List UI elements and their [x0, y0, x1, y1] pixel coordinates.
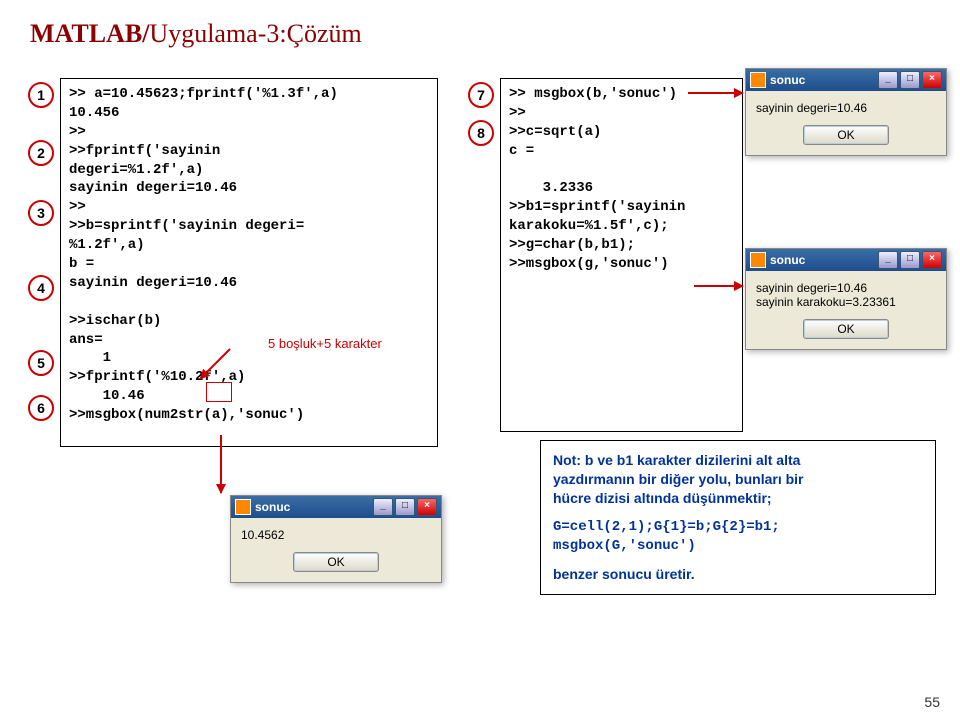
annotation-label: 5 boşluk+5 karakter [268, 336, 382, 351]
code-block-left: >> a=10.45623;fprintf('%1.3f',a) 10.456 … [60, 78, 438, 447]
ok-button[interactable]: OK [803, 125, 889, 145]
step-1-bullet: 1 [28, 82, 54, 108]
dialog-3-text-1: sayinin degeri=10.46 [756, 281, 936, 295]
matlab-icon [235, 499, 251, 515]
title-rest: Uygulama-3:Çözüm [149, 19, 361, 48]
maximize-button[interactable]: □ [900, 251, 920, 269]
note-code-1: G=cell(2,1);G{1}=b;G{2}=b1; [553, 518, 923, 537]
step-8-bullet: 8 [468, 120, 494, 146]
maximize-button[interactable]: □ [395, 498, 415, 516]
close-button[interactable]: × [417, 498, 437, 516]
matlab-icon [750, 252, 766, 268]
maximize-button[interactable]: □ [900, 71, 920, 89]
dialog-1-text: 10.4562 [241, 528, 431, 542]
dialog-2-text: sayinin degeri=10.46 [756, 101, 936, 115]
dialog-3-title: sonuc [770, 253, 805, 267]
dialog-2-titlebar: sonuc _ □ × [746, 69, 946, 91]
msgbox-dialog-3: sonuc _ □ × sayinin degeri=10.46 sayinin… [745, 248, 947, 350]
step-7-bullet: 7 [468, 82, 494, 108]
step-5-bullet: 5 [28, 350, 54, 376]
ok-button[interactable]: OK [803, 319, 889, 339]
dialog-3-titlebar: sonuc _ □ × [746, 249, 946, 271]
ok-button[interactable]: OK [293, 552, 379, 572]
code-block-right: >> msgbox(b,'sonuc') >> >>c=sqrt(a) c = … [500, 78, 743, 432]
title-bold: MATLAB/ [30, 19, 149, 48]
page-number: 55 [924, 694, 940, 710]
dialog-2-button-row: OK [746, 121, 946, 155]
dialog-3-text-2: sayinin karakoku=3.23361 [756, 295, 936, 309]
page-title: MATLAB/Uygulama-3:Çözüm [30, 18, 362, 49]
matlab-icon [750, 72, 766, 88]
step-2-bullet: 2 [28, 140, 54, 166]
note-line-3: hücre dizisi altında düşünmektir; [553, 489, 923, 508]
dialog-1-titlebar: sonuc _ □ × [231, 496, 441, 518]
dialog-3-button-row: OK [746, 315, 946, 349]
minimize-button[interactable]: _ [878, 71, 898, 89]
dialog-1-button-row: OK [231, 548, 441, 582]
step-4-bullet: 4 [28, 275, 54, 301]
note-box: Not: b ve b1 karakter dizilerini alt alt… [540, 440, 936, 595]
dialog-2-title: sonuc [770, 73, 805, 87]
note-line-6: benzer sonucu üretir. [553, 565, 923, 584]
arrow-to-dialog-2 [688, 92, 743, 94]
close-button[interactable]: × [922, 71, 942, 89]
msgbox-dialog-1: sonuc _ □ × 10.4562 OK [230, 495, 442, 583]
step-6-bullet: 6 [28, 395, 54, 421]
dialog-3-body: sayinin degeri=10.46 sayinin karakoku=3.… [746, 271, 946, 315]
minimize-button[interactable]: _ [878, 251, 898, 269]
close-button[interactable]: × [922, 251, 942, 269]
minimize-button[interactable]: _ [373, 498, 393, 516]
dialog-1-title: sonuc [255, 500, 290, 514]
dialog-1-body: 10.4562 [231, 518, 441, 548]
arrow-to-dialog-1 [220, 435, 222, 493]
note-line-1: Not: b ve b1 karakter dizilerini alt alt… [553, 451, 923, 470]
dialog-2-body: sayinin degeri=10.46 [746, 91, 946, 121]
step-3-bullet: 3 [28, 200, 54, 226]
note-line-2: yazdırmanın bir diğer yolu, bunları bir [553, 470, 923, 489]
annotation-highlight-box [206, 382, 232, 402]
msgbox-dialog-2: sonuc _ □ × sayinin degeri=10.46 OK [745, 68, 947, 156]
arrow-to-dialog-3 [694, 285, 743, 287]
note-code-2: msgbox(G,'sonuc') [553, 537, 923, 556]
